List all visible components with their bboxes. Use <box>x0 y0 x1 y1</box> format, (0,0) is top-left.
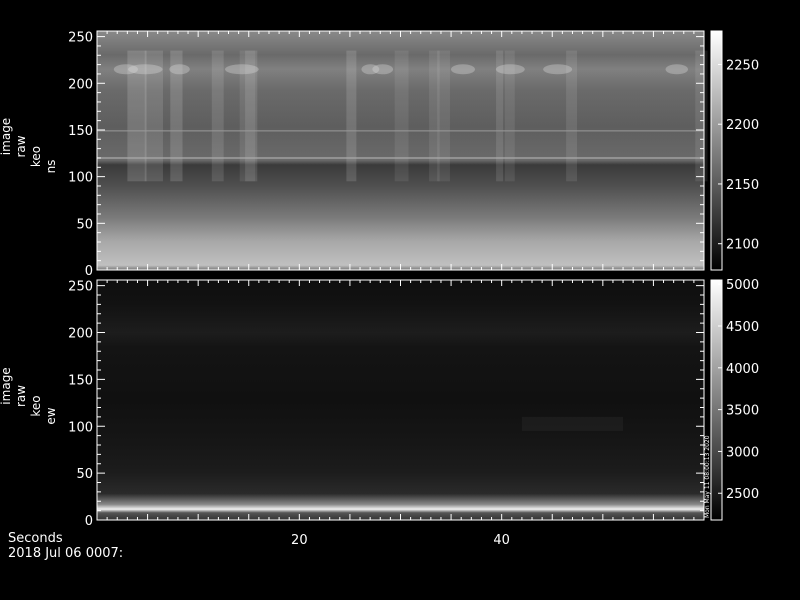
colorbar-tick-label: 2500 <box>726 487 759 502</box>
bright-patch <box>495 64 525 75</box>
aurora-streak <box>346 50 357 182</box>
x-tick-label: 20 <box>291 533 308 548</box>
y-axis-label-line: image <box>0 118 13 155</box>
faint-patch <box>521 416 624 431</box>
keogram-panel-2: 0 50 100 150 200 250 20 40 image raw keo ew 2500 3000… <box>0 278 759 548</box>
y-tick-label: 0 <box>85 514 93 529</box>
bright-patch <box>361 64 380 75</box>
y-tick-label: 50 <box>76 467 93 482</box>
colorbar <box>710 30 723 271</box>
colorbar-tick-label: 4000 <box>726 362 759 377</box>
y-axis-label-line: keo <box>29 146 43 167</box>
colorbar-tick-label: 3500 <box>726 404 759 419</box>
x-axis-title: Seconds <box>8 531 63 546</box>
aurora-streak <box>695 50 708 182</box>
date-label: 2018 Jul 06 0007: <box>8 546 124 561</box>
bright-patch <box>225 64 259 75</box>
y-tick-label: 150 <box>68 124 93 139</box>
keogram-panel-1: 0 50 100 150 200 250 image raw keo ns 2100 2150 2200… <box>0 30 759 279</box>
y-axis-label-line: keo <box>29 395 43 416</box>
aurora-streak <box>394 50 409 182</box>
colorbar-tick-label: 4500 <box>726 320 759 335</box>
bright-patch <box>113 64 139 75</box>
colorbar-tick-label: 5000 <box>726 278 759 293</box>
aurora-streak <box>429 50 440 182</box>
y-tick-label: 50 <box>76 217 93 232</box>
y-tick-label: 100 <box>68 171 93 186</box>
keogram-plots: 050100150200250image raw keo ns210021502200… <box>0 30 759 548</box>
y-tick-label: 100 <box>68 420 93 435</box>
colorbar-tick-label: 2100 <box>726 238 759 253</box>
y-tick-label: 250 <box>68 31 93 46</box>
bright-patch <box>543 64 573 75</box>
y-axis-label-line: raw <box>14 135 28 157</box>
x-tick-label: 40 <box>493 533 510 548</box>
colorbar-tick-label: 3000 <box>726 445 759 460</box>
y-tick-label: 200 <box>68 327 93 342</box>
timestamp-note: Mon May 11 08:00:13 2020 <box>704 435 711 518</box>
colorbar-tick-label: 2250 <box>726 58 759 73</box>
y-tick-label: 150 <box>68 373 93 388</box>
bright-patch <box>169 64 190 75</box>
y-axis-label-line: ew <box>44 407 58 424</box>
y-tick-label: 250 <box>68 280 93 295</box>
y-tick-label: 0 <box>85 264 93 279</box>
colorbar-tick-label: 2200 <box>726 118 759 133</box>
y-tick-label: 200 <box>68 77 93 92</box>
bright-patch <box>450 64 476 75</box>
keogram-image <box>97 280 704 520</box>
colorbar <box>710 279 723 521</box>
aurora-streak <box>211 50 224 182</box>
y-axis-label-line: ns <box>44 160 58 174</box>
y-axis-label-line: image <box>0 367 13 404</box>
y-axis-label-line: raw <box>14 385 28 407</box>
bright-patch <box>665 64 689 75</box>
keogram-figure: 0 50 100 150 200 250 image raw keo ns 2100 2150 2200… <box>0 0 800 600</box>
colorbar-tick-label: 2150 <box>726 178 759 193</box>
